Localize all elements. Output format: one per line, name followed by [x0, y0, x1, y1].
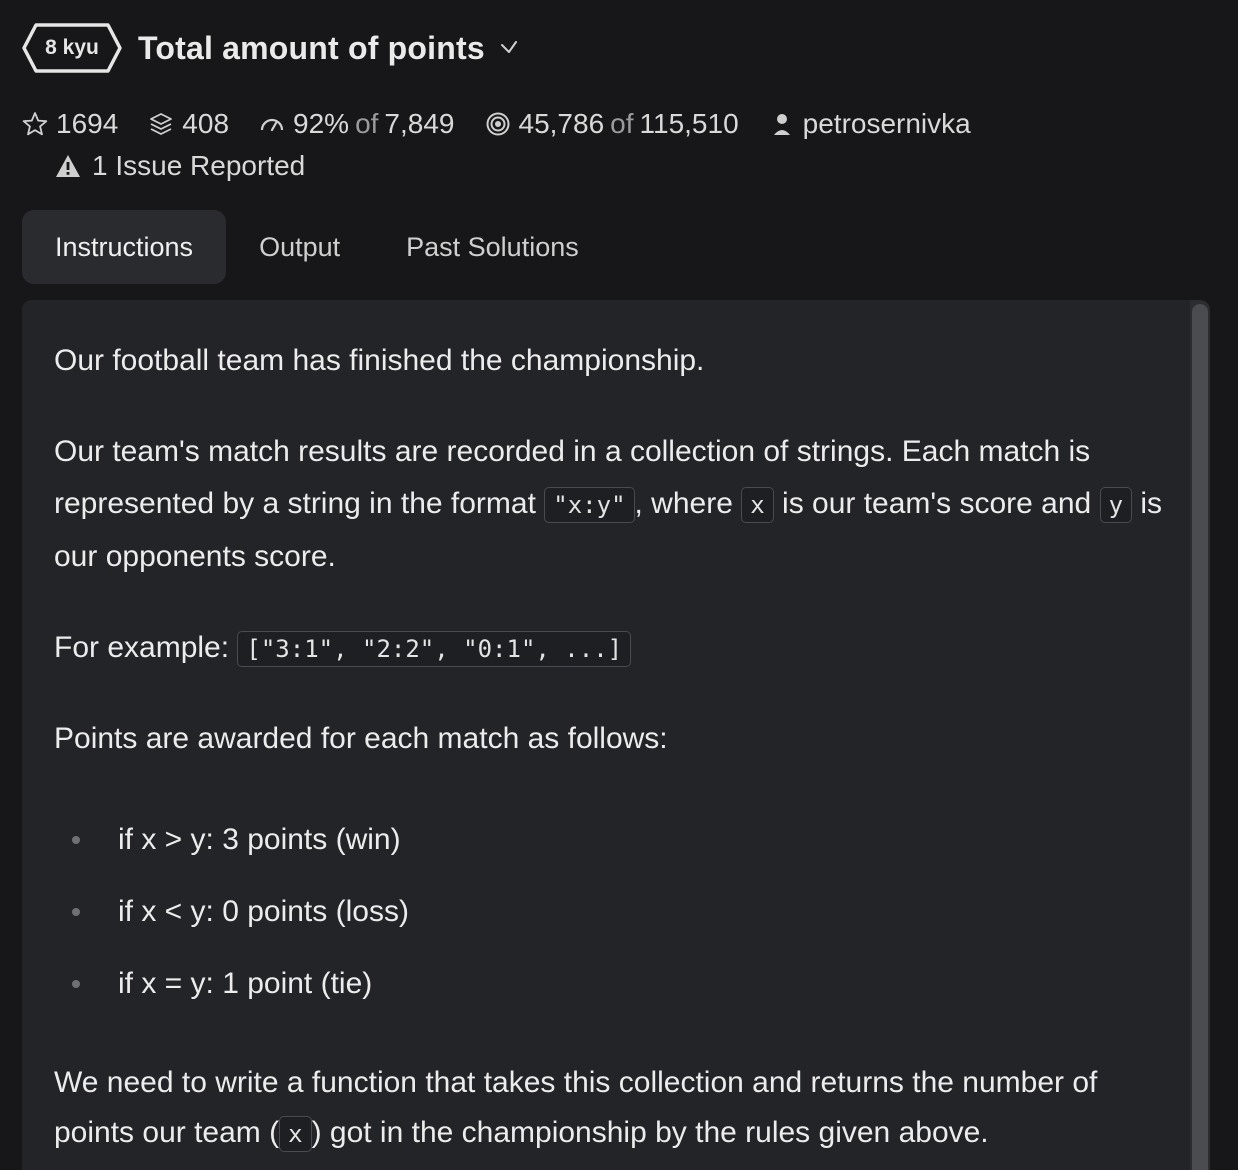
stars-stat[interactable]: 1694	[22, 108, 118, 140]
satisfaction-of-label: of	[355, 108, 379, 139]
layers-icon	[150, 113, 173, 135]
inline-code-example: ["3:1", "2:2", "0:1", ...]	[237, 631, 632, 667]
bullet-icon	[72, 908, 80, 916]
list-item: if x < y: 0 points (loss)	[54, 876, 1164, 948]
instructions-paragraph-4: Points are awarded for each match as fol…	[54, 722, 668, 755]
rank-badge: 8 kyu	[22, 23, 122, 73]
satisfaction-stat: 92% of 7,849	[259, 108, 455, 140]
collections-count: 408	[182, 108, 230, 139]
example-label: For example:	[54, 631, 238, 664]
instructions-panel: Our football team has finished the champ…	[22, 300, 1210, 1170]
kata-header: 8 kyu Total amount of points	[22, 22, 519, 74]
p5-text-b: ) got in the championship by the rules g…	[311, 1116, 989, 1149]
warning-icon	[56, 155, 80, 177]
chevron-down-icon[interactable]	[499, 38, 519, 58]
author-name[interactable]: petrosernivka	[803, 108, 971, 140]
instructions-paragraph-2: Our team's match results are recorded in…	[54, 426, 1164, 583]
inline-code-format: "x:y"	[544, 487, 635, 523]
p2-text-c: is our team's score and	[773, 487, 1100, 520]
scrollbar-thumb[interactable]	[1192, 304, 1208, 1170]
bullet-icon	[72, 980, 80, 988]
issues-link[interactable]: 1 Issue Reported	[54, 146, 305, 186]
kata-title: Total amount of points	[138, 29, 485, 66]
kata-page: 8 kyu Total amount of points 1694 408 92…	[0, 0, 1238, 1170]
tab-output[interactable]: Output	[226, 210, 373, 284]
instructions-paragraph-3: For example: ["3:1", "2:2", "0:1", ...]	[54, 623, 1164, 674]
rule-tie: if x = y: 1 point (tie)	[118, 967, 373, 1000]
kata-stats: 1694 408 92% of 7,849 45,786 of 115,510 …	[22, 104, 1001, 144]
issues-label: 1 Issue Reported	[92, 150, 306, 181]
star-outline-icon	[22, 112, 48, 136]
list-item: if x > y: 3 points (win)	[54, 804, 1164, 876]
target-icon	[486, 112, 509, 136]
rank-label: 8 kyu	[45, 36, 99, 59]
completed-of-label: of	[610, 108, 634, 139]
inline-code-x-2: x	[279, 1116, 312, 1152]
p2-text-b: , where	[634, 487, 742, 520]
rule-win: if x > y: 3 points (win)	[118, 823, 401, 856]
attempted-count: 115,510	[639, 108, 739, 139]
gauge-icon	[260, 118, 284, 132]
bullet-icon	[72, 836, 80, 844]
author-stat[interactable]: petrosernivka	[769, 108, 971, 140]
instructions-paragraph-1: Our football team has finished the champ…	[54, 344, 705, 377]
rule-loss: if x < y: 0 points (loss)	[118, 895, 409, 928]
tab-past-solutions[interactable]: Past Solutions	[373, 210, 612, 284]
satisfaction-votes: 7,849	[384, 108, 455, 139]
rules-list: if x > y: 3 points (win) if x < y: 0 poi…	[54, 804, 1164, 1020]
inline-code-y: y	[1099, 487, 1133, 523]
satisfaction-percent: 92%	[293, 108, 350, 139]
stars-count: 1694	[56, 108, 119, 139]
instructions-paragraph-5: We need to write a function that takes t…	[54, 1058, 1164, 1159]
completed-count: 45,786	[518, 108, 605, 139]
inline-code-x: x	[741, 487, 774, 523]
scrollbar-track[interactable]	[1190, 300, 1210, 1170]
user-icon	[773, 114, 790, 135]
instructions-content: Our football team has finished the champ…	[54, 336, 1164, 1159]
completed-stat: 45,786 of 115,510	[485, 108, 739, 140]
kata-tabs: Instructions Output Past Solutions	[22, 210, 612, 284]
tab-instructions[interactable]: Instructions	[22, 210, 227, 284]
list-item: if x = y: 1 point (tie)	[54, 948, 1164, 1020]
collections-stat[interactable]: 408	[148, 108, 229, 140]
